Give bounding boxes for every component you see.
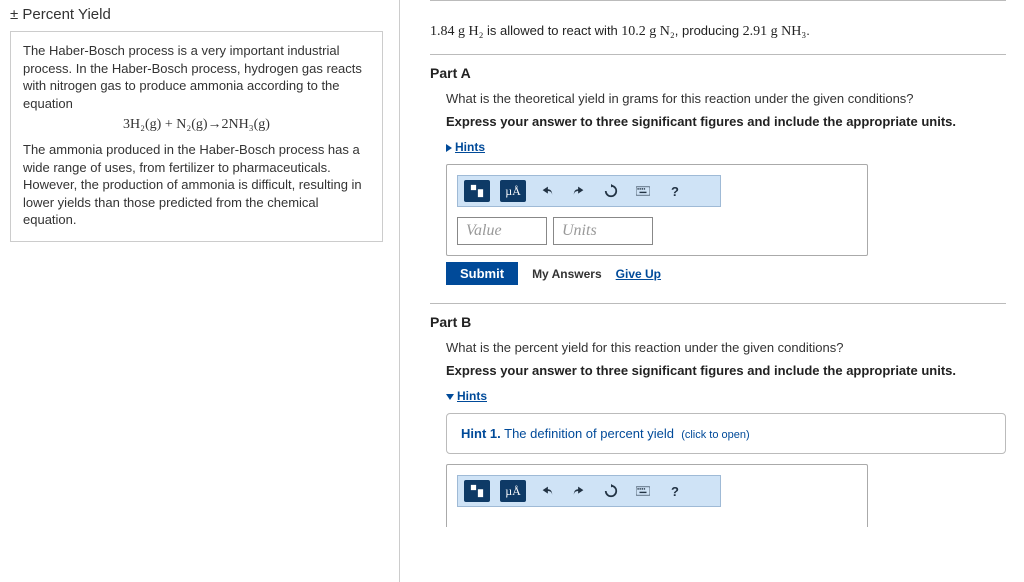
reset-icon[interactable]	[600, 480, 622, 502]
chemical-equation: 3H₂(g) + N₂(g)→2NH₃(g)	[23, 116, 370, 135]
answer-toolbar: µÅ ?	[457, 175, 721, 207]
given-statement: 1.84 g H₂ is allowed to react with 10.2 …	[430, 11, 1006, 54]
undo-icon[interactable]	[536, 180, 558, 202]
answer-box-b: µÅ ?	[446, 464, 868, 527]
intro-para-1: The Haber-Bosch process is a very import…	[23, 42, 370, 112]
intro-box: The Haber-Bosch process is a very import…	[10, 31, 383, 242]
hints-link-b[interactable]: Hints	[457, 389, 487, 403]
triangle-down-icon	[446, 394, 454, 400]
units-input[interactable]: Units	[553, 217, 653, 245]
part-b-instruction: Express your answer to three significant…	[446, 363, 1006, 378]
value-input[interactable]: Value	[457, 217, 547, 245]
intro-para-2: The ammonia produced in the Haber-Bosch …	[23, 141, 370, 229]
part-a-body: What is the theoretical yield in grams f…	[430, 91, 1006, 285]
redo-icon[interactable]	[568, 180, 590, 202]
hints-link[interactable]: Hints	[455, 140, 485, 154]
triangle-right-icon	[446, 144, 452, 152]
submit-button[interactable]: Submit	[446, 262, 518, 285]
templates-icon[interactable]	[464, 180, 490, 202]
templates-icon[interactable]	[464, 480, 490, 502]
part-b-title: Part B	[430, 314, 1006, 330]
help-icon[interactable]: ?	[664, 480, 686, 502]
topic-title: ± Percent Yield	[10, 6, 383, 23]
my-answers-link[interactable]: My Answers	[532, 267, 602, 281]
hint-1-prefix: Hint 1.	[461, 426, 501, 441]
part-a-title: Part A	[430, 65, 1006, 81]
reset-icon[interactable]	[600, 180, 622, 202]
undo-icon[interactable]	[536, 480, 558, 502]
part-b-question: What is the percent yield for this react…	[446, 340, 1006, 355]
click-to-open: (click to open)	[681, 429, 749, 441]
hint-1-box[interactable]: Hint 1. The definition of percent yield …	[446, 413, 1006, 454]
give-up-link[interactable]: Give Up	[616, 267, 661, 281]
answer-toolbar-b: µÅ ?	[457, 475, 721, 507]
part-a-question: What is the theoretical yield in grams f…	[446, 91, 1006, 106]
keyboard-icon[interactable]	[632, 180, 654, 202]
answer-box-a: µÅ ? Value U	[446, 164, 868, 256]
part-b-body: What is the percent yield for this react…	[430, 340, 1006, 527]
left-sidebar: ± Percent Yield The Haber-Bosch process …	[0, 0, 400, 582]
redo-icon[interactable]	[568, 480, 590, 502]
main-content: 1.84 g H₂ is allowed to react with 10.2 …	[400, 0, 1024, 582]
part-a-instruction: Express your answer to three significant…	[446, 114, 1006, 129]
keyboard-icon[interactable]	[632, 480, 654, 502]
units-mu-button[interactable]: µÅ	[500, 180, 526, 202]
units-mu-button[interactable]: µÅ	[500, 480, 526, 502]
hint-1-text: The definition of percent yield	[504, 426, 674, 441]
help-icon[interactable]: ?	[664, 180, 686, 202]
